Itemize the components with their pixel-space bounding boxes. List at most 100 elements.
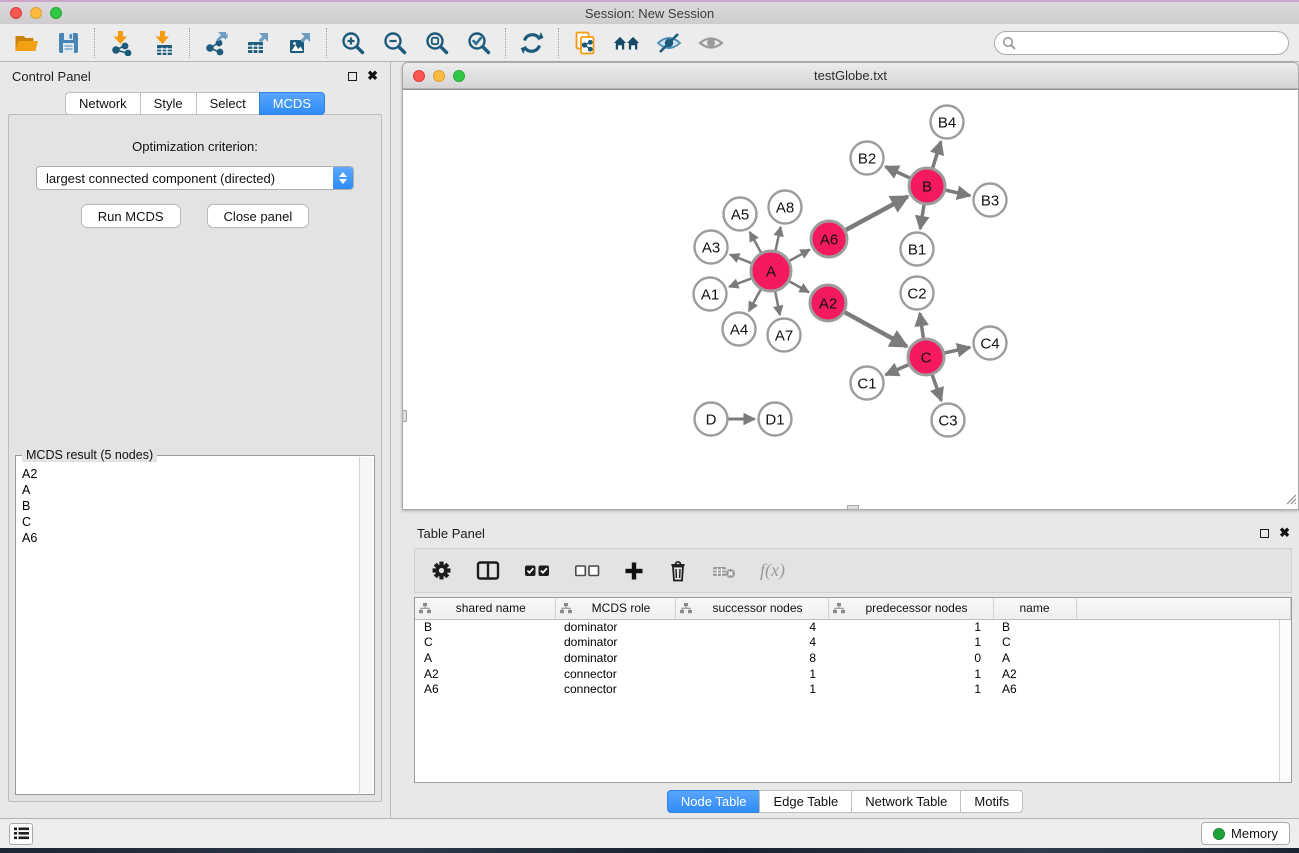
export-image-icon[interactable] [286, 29, 314, 57]
column-header-predecessor-nodes[interactable]: predecessor nodes [828, 598, 993, 619]
graph-node-B[interactable]: B [909, 168, 945, 204]
table-row[interactable]: Bdominator41B [415, 619, 1291, 635]
table-scrollbar[interactable] [1279, 620, 1291, 782]
table-panel-title: Table Panel [417, 526, 485, 541]
tab-network-table[interactable]: Network Table [851, 790, 960, 813]
table-row[interactable]: A2connector11A2 [415, 666, 1291, 682]
bottom-resize-grip[interactable] [847, 505, 859, 510]
cell-name: A [993, 650, 1076, 666]
left-resize-grip[interactable] [402, 410, 407, 422]
cell-MCDS-role: dominator [555, 650, 675, 666]
export-table-icon[interactable] [244, 29, 272, 57]
cell-successor-nodes: 8 [675, 650, 828, 666]
deselect-all-icon[interactable] [574, 563, 600, 579]
show-eye-icon[interactable] [697, 29, 725, 57]
graph-node-A7[interactable]: A7 [768, 319, 801, 352]
zoom-selected-icon[interactable] [465, 29, 493, 57]
table-row[interactable]: Adominator80A [415, 650, 1291, 666]
export-network-icon[interactable] [202, 29, 230, 57]
task-history-icon[interactable] [9, 823, 33, 845]
graph-node-C2[interactable]: C2 [901, 277, 934, 310]
network-canvas[interactable]: A A6 A2 B C A1 A3 A4 A5 A7 A8 B1 B2 B3 B4 C1 C2 C3 C4 D D1 [403, 89, 1298, 509]
column-header-name[interactable]: name [993, 598, 1076, 619]
close-panel-button[interactable]: Close panel [207, 204, 310, 228]
search-input[interactable] [994, 31, 1289, 55]
result-list-scrollbar[interactable] [359, 457, 373, 793]
graph-node-A8[interactable]: A8 [769, 191, 802, 224]
refresh-icon[interactable] [518, 29, 546, 57]
network-window-titlebar[interactable]: testGlobe.txt [403, 63, 1298, 89]
graph-node-A5[interactable]: A5 [724, 198, 757, 231]
graph-node-A1[interactable]: A1 [694, 278, 727, 311]
close-table-panel-icon[interactable]: ✖ [1279, 528, 1290, 538]
graph-node-A2[interactable]: A2 [810, 285, 846, 321]
float-table-panel-icon[interactable] [1260, 529, 1269, 538]
svg-text:C3: C3 [938, 412, 957, 429]
graph-node-B4[interactable]: B4 [931, 106, 964, 139]
graph-node-B3[interactable]: B3 [974, 184, 1007, 217]
import-network-icon[interactable] [107, 29, 135, 57]
column-header-filler [1076, 598, 1291, 619]
tab-motifs[interactable]: Motifs [960, 790, 1023, 813]
tab-style[interactable]: Style [140, 92, 196, 115]
hide-eye-icon[interactable] [655, 29, 683, 57]
graph-node-B1[interactable]: B1 [901, 233, 934, 266]
result-item[interactable]: A6 [22, 530, 359, 546]
zoom-in-icon[interactable] [339, 29, 367, 57]
tab-select[interactable]: Select [196, 92, 259, 115]
run-mcds-button[interactable]: Run MCDS [81, 204, 181, 228]
svg-text:B3: B3 [981, 192, 999, 209]
delete-column-icon[interactable] [668, 560, 688, 582]
result-item[interactable]: A2 [22, 466, 359, 482]
column-layout-icon[interactable] [476, 560, 500, 581]
svg-text:A5: A5 [731, 206, 749, 223]
close-panel-icon[interactable]: ✖ [367, 71, 378, 81]
float-panel-icon[interactable] [348, 72, 357, 81]
network-window-title: testGlobe.txt [403, 68, 1298, 83]
graph-node-B2[interactable]: B2 [851, 142, 884, 175]
tab-edge-table[interactable]: Edge Table [759, 790, 851, 813]
network-view-window: testGlobe.txt A A6 A2 B C A1 A3 A4 A5 A7 A8 B1 B2 B3 B… [402, 62, 1299, 510]
result-item[interactable]: A [22, 482, 359, 498]
table-row[interactable]: Cdominator41C [415, 635, 1291, 651]
import-table-icon[interactable] [149, 29, 177, 57]
add-column-icon[interactable] [624, 561, 644, 581]
column-header-successor-nodes[interactable]: successor nodes [675, 598, 828, 619]
gear-icon[interactable] [431, 560, 452, 581]
save-session-icon[interactable] [54, 29, 82, 57]
select-stepper-icon[interactable] [333, 167, 353, 189]
tab-mcds[interactable]: MCDS [259, 92, 325, 115]
zoom-out-icon[interactable] [381, 29, 409, 57]
homes-icon[interactable] [613, 29, 641, 57]
tab-node-table[interactable]: Node Table [667, 790, 760, 813]
graph-node-D1[interactable]: D1 [759, 403, 792, 436]
table-row[interactable]: A6connector11A6 [415, 681, 1291, 697]
network-graph: A A6 A2 B C A1 A3 A4 A5 A7 A8 B1 B2 B3 B4 C1 C2 C3 C4 D D1 [403, 90, 1297, 509]
column-header-MCDS-role[interactable]: MCDS role [555, 598, 675, 619]
graph-node-A4[interactable]: A4 [723, 313, 756, 346]
tab-network[interactable]: Network [65, 92, 140, 115]
graph-node-A6[interactable]: A6 [811, 221, 847, 257]
graph-node-A[interactable]: A [751, 251, 791, 291]
criterion-selected-value: largest connected component (directed) [37, 171, 333, 186]
criterion-select[interactable]: largest connected component (directed) [36, 166, 354, 190]
copy-network-icon[interactable] [571, 29, 599, 57]
column-header-shared-name[interactable]: shared name [415, 598, 555, 619]
graph-node-C1[interactable]: C1 [851, 367, 884, 400]
zoom-fit-icon[interactable] [423, 29, 451, 57]
graph-node-D[interactable]: D [695, 403, 728, 436]
select-all-icon[interactable] [524, 563, 550, 579]
resize-grip-icon[interactable] [1283, 491, 1297, 508]
graph-node-A3[interactable]: A3 [695, 231, 728, 264]
cell-predecessor-nodes: 1 [828, 619, 993, 635]
memory-button[interactable]: Memory [1201, 822, 1290, 845]
graph-node-C3[interactable]: C3 [932, 404, 965, 437]
edge-B-B1 [920, 205, 924, 229]
result-item[interactable]: C [22, 514, 359, 530]
result-item[interactable]: B [22, 498, 359, 514]
cell-MCDS-role: connector [555, 666, 675, 682]
graph-node-C[interactable]: C [908, 339, 944, 375]
open-file-icon[interactable] [12, 29, 40, 57]
svg-text:B2: B2 [858, 150, 876, 167]
graph-node-C4[interactable]: C4 [974, 327, 1007, 360]
